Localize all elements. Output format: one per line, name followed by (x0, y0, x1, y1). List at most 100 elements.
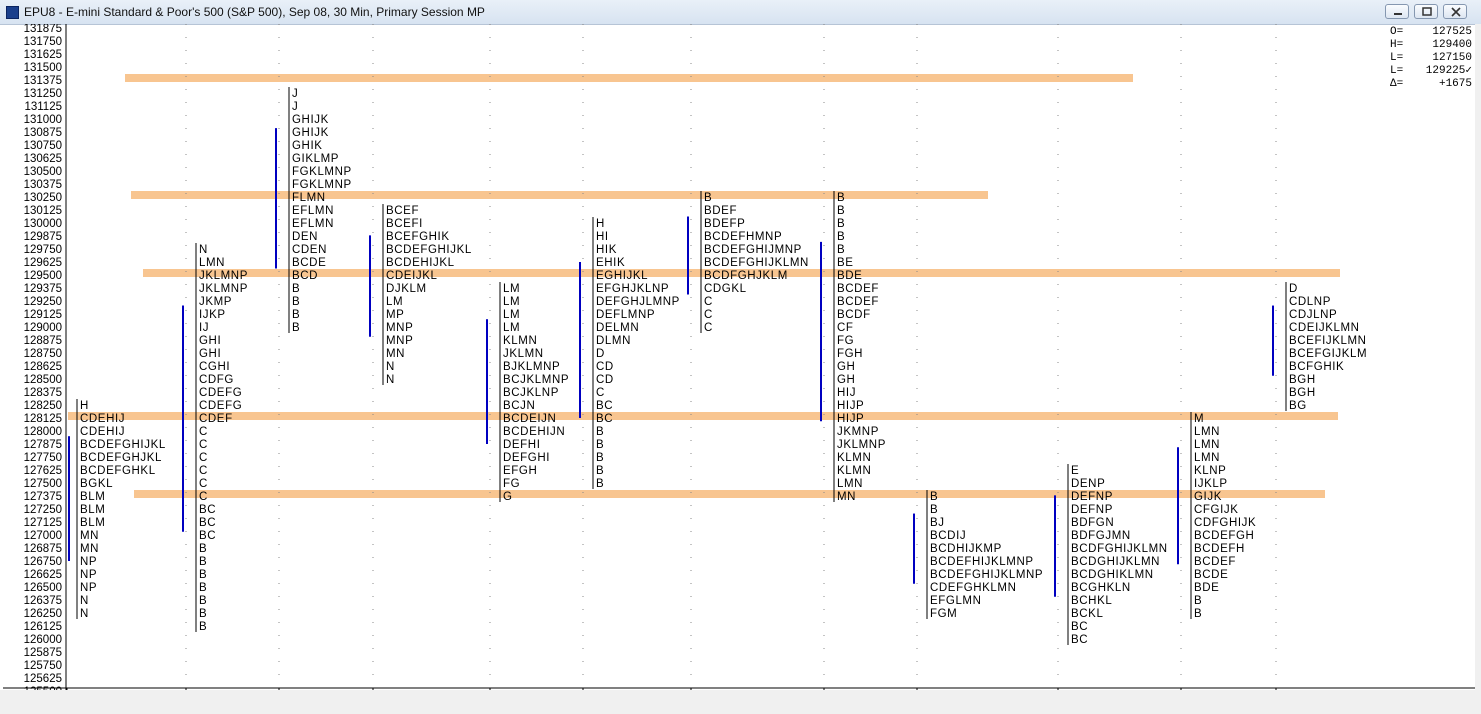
tpo-row: NP (80, 582, 97, 594)
tpo-row: BCJKLNP (503, 387, 559, 399)
tpo-row: BC (199, 530, 216, 542)
tpo-row: LMN (837, 478, 863, 490)
minimize-button[interactable] (1385, 4, 1409, 19)
tpo-row: BCDEFGHIJKLMNP (930, 569, 1043, 581)
tpo-row: BCDGHIKLMN (1071, 569, 1154, 581)
y-tick-label: 128750 (24, 348, 62, 360)
tpo-row: B (199, 621, 207, 633)
tpo-row: CD (596, 361, 614, 373)
tpo-row: DEFHI (503, 439, 541, 451)
tpo-row: C (199, 465, 208, 477)
y-tick-label: 129250 (24, 296, 62, 308)
tpo-row: EFGLMN (930, 595, 982, 607)
tpo-row: BG (1289, 400, 1307, 412)
tpo-row: B (199, 582, 207, 594)
tpo-row: CDEIJKL (386, 270, 438, 282)
tpo-row: BCDEIJN (503, 413, 556, 425)
tpo-row: JKLMNP (199, 270, 248, 282)
tpo-row: KLMN (837, 452, 871, 464)
tpo-row: LM (503, 283, 520, 295)
tpo-row: BCDEFHMNP (704, 231, 782, 243)
tpo-row: MN (837, 491, 856, 503)
tpo-row: LM (503, 296, 520, 308)
tpo-row: IJKLP (1194, 478, 1228, 490)
y-tick-label: 127125 (24, 517, 62, 529)
tpo-row: B (930, 491, 938, 503)
y-tick-label: 125750 (24, 660, 62, 672)
tpo-row: BCDEHIJKL (386, 257, 455, 269)
highlight-band (125, 74, 1133, 82)
tpo-row: EHIK (596, 257, 625, 269)
tpo-row: J (292, 101, 298, 113)
tpo-row: B (292, 283, 300, 295)
tpo-row: C (199, 478, 208, 490)
y-tick-label: 129500 (24, 270, 62, 282)
tpo-row: B (837, 244, 845, 256)
y-tick-label: 130375 (24, 179, 62, 191)
tpo-row: BCDEFH (1194, 543, 1245, 555)
tpo-row: BCDEFGH (1194, 530, 1254, 542)
tpo-row: BC (1071, 621, 1088, 633)
y-tick-label: 126000 (24, 634, 62, 646)
tpo-row: N (386, 361, 395, 373)
tpo-row: BCEFGIJKLM (1289, 348, 1367, 360)
tpo-row: BDFGN (1071, 517, 1114, 529)
tpo-row: B (837, 205, 845, 217)
y-tick-label: 130625 (24, 153, 62, 165)
tpo-row: DEFLMNP (596, 309, 655, 321)
market-profile-chart[interactable]: 131875 131750 131625 131500 131375 131250 1311… (3, 24, 1475, 690)
ohlc-stats-panel: O= 127525 H= 129400 L= 127150 L= 129225✓ Δ= +… (1390, 26, 1472, 91)
tpo-row: BCDHIJKMP (930, 543, 1002, 555)
tpo-row: G (503, 491, 513, 503)
y-tick-label: 129750 (24, 244, 62, 256)
tpo-row: BCDEHIJN (503, 426, 565, 438)
tpo-row: BJ (930, 517, 945, 529)
tpo-row: LMN (1194, 452, 1220, 464)
tpo-row: CDEHIJ (80, 426, 125, 438)
y-tick-label: 129125 (24, 309, 62, 321)
close-button[interactable] (1443, 4, 1467, 19)
tpo-row: DEFGHJLMNP (596, 296, 680, 308)
tpo-row: CDEHIJ (80, 413, 125, 425)
window-bottom-border (0, 690, 1481, 714)
tpo-row: BE (837, 257, 854, 269)
tpo-row: EFLMN (292, 205, 334, 217)
tpo-row: BCJN (503, 400, 535, 412)
tpo-row: BCDEFGHIJMNP (704, 244, 802, 256)
tpo-row: B (1194, 608, 1202, 620)
y-tick-label: 127250 (24, 504, 62, 516)
tpo-row: BCDE (1194, 569, 1228, 581)
tpo-row: MN (386, 348, 405, 360)
y-tick-label: 128625 (24, 361, 62, 373)
tpo-row: BCDEFGHJKL (80, 452, 162, 464)
tpo-row: BDEF (704, 205, 737, 217)
tpo-row: EFGHJKLNP (596, 283, 669, 295)
restore-button[interactable] (1414, 4, 1438, 19)
tpo-row: IJ (199, 322, 209, 334)
tpo-row: BLM (80, 504, 105, 516)
tpo-row: CDFGHIJK (1194, 517, 1256, 529)
tpo-row: CF (837, 322, 854, 334)
stat-low: L= 127150 (1390, 52, 1472, 64)
tpo-row: CGHI (199, 361, 230, 373)
tpo-row: C (704, 309, 713, 321)
tpo-row: BCDFGHJKLM (704, 270, 788, 282)
tpo-row: BGH (1289, 387, 1316, 399)
tpo-row: BC (596, 413, 613, 425)
y-tick-label: 129375 (24, 283, 62, 295)
tpo-row: BCEFIJKLMN (1289, 335, 1367, 347)
tpo-row: DJKLM (386, 283, 427, 295)
tpo-row: CDEF (199, 413, 233, 425)
tpo-row: BLM (80, 517, 105, 529)
y-tick-label: 131750 (24, 36, 62, 48)
tpo-row: BDE (837, 270, 862, 282)
tpo-row: KLMN (837, 465, 871, 477)
window-right-border (1475, 24, 1481, 714)
tpo-row: J (292, 88, 298, 100)
chart-canvas[interactable]: 1318751317501316251315001313751312501311… (3, 24, 1475, 690)
y-tick-label: 130000 (24, 218, 62, 230)
tpo-row: BLM (80, 491, 105, 503)
tpo-row: GH (837, 361, 855, 373)
y-tick-label: 130750 (24, 140, 62, 152)
tpo-row: LMN (1194, 439, 1220, 451)
